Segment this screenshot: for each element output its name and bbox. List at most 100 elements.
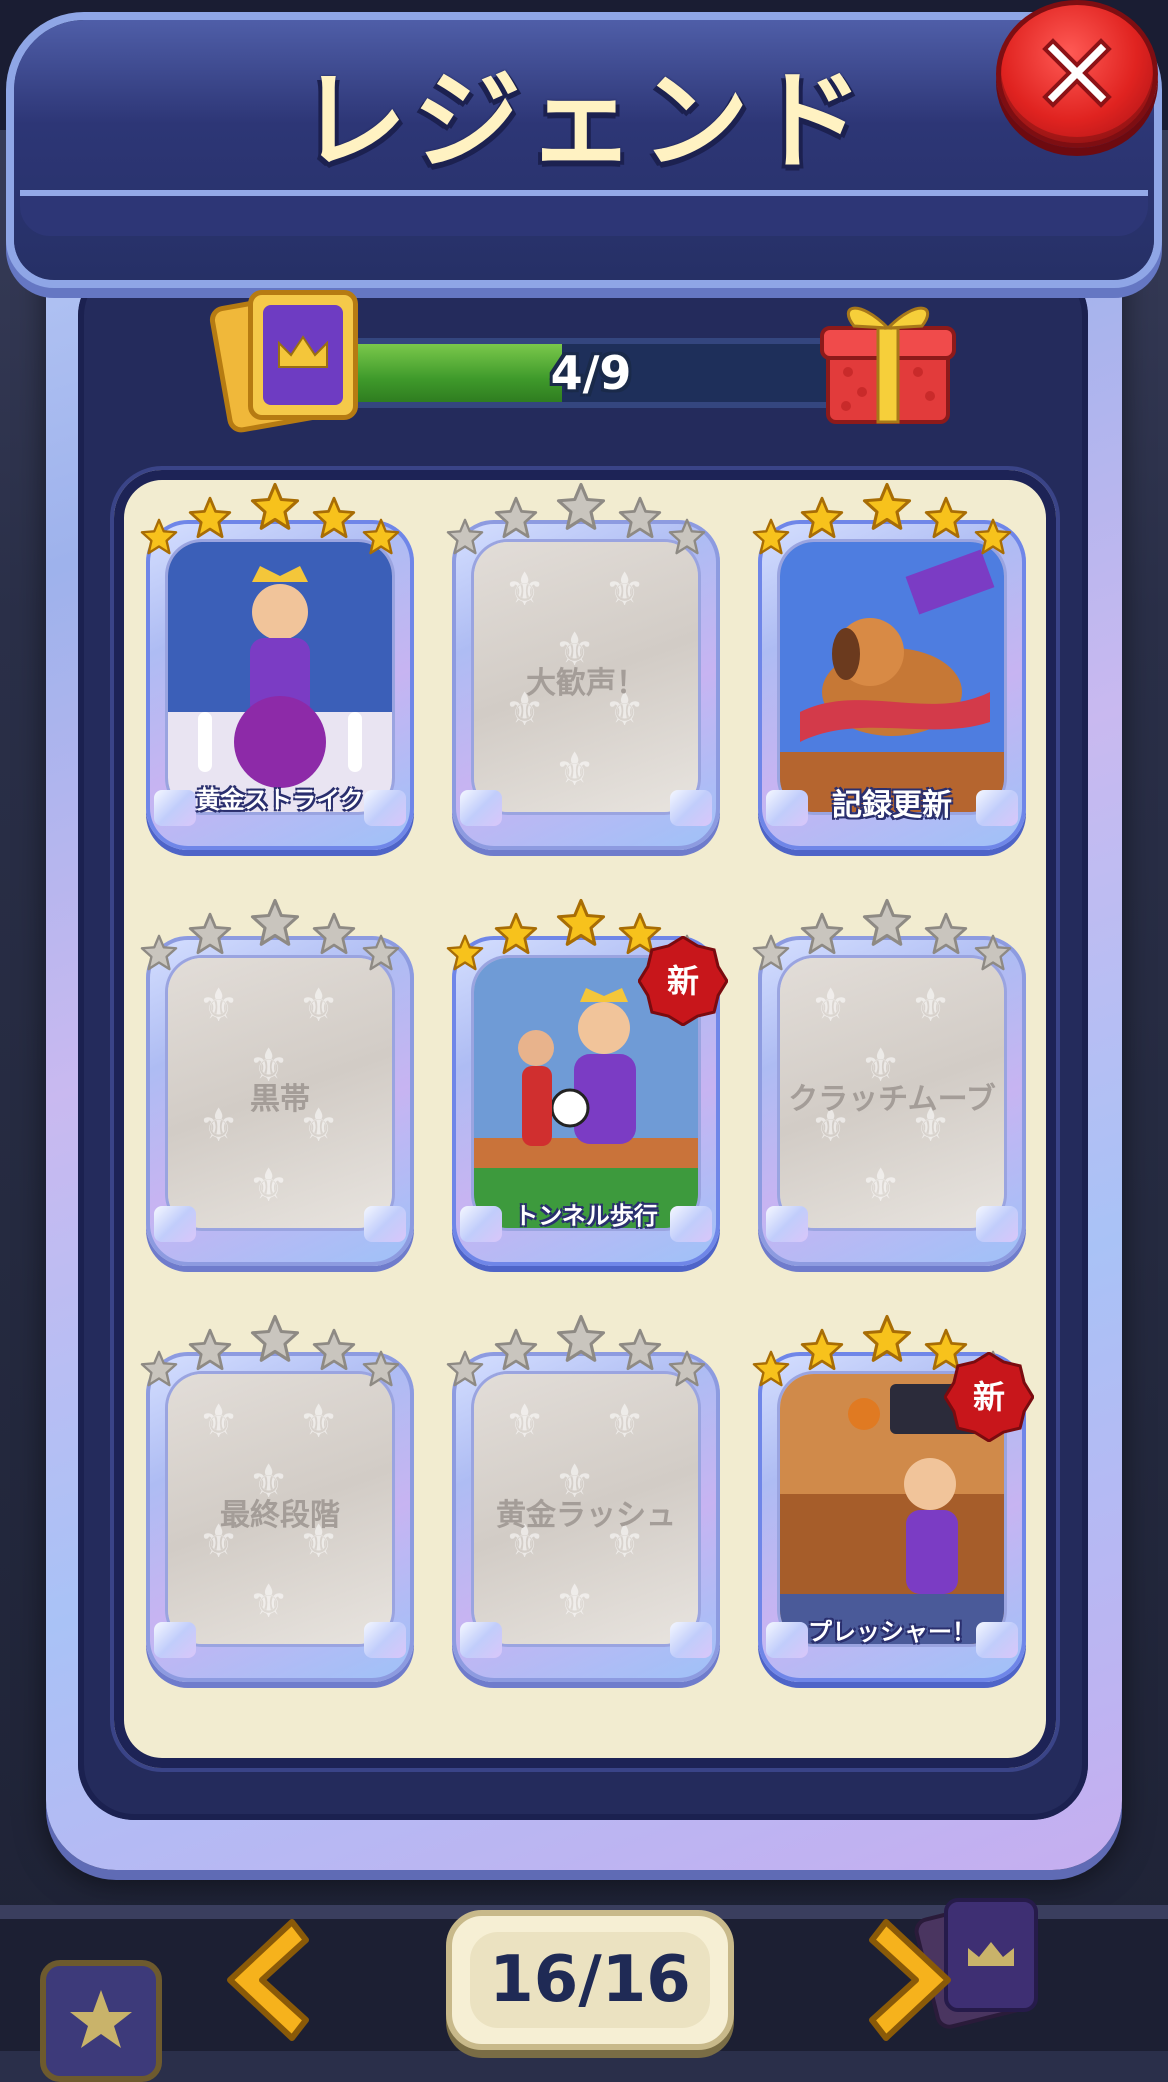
legend-card[interactable]: ⚜ ⚜ ⚜ ⚜ ⚜ ⚜ 黒帯: [140, 898, 414, 1266]
card-star-rating: [752, 482, 1026, 562]
card-star-rating: [140, 482, 414, 562]
legend-card[interactable]: ⚜ ⚜ ⚜ ⚜ ⚜ ⚜ 黄金ラッシュ: [446, 1314, 720, 1682]
fleur-de-lis-icon: ⚜: [198, 978, 240, 1032]
card-star-rating: [752, 898, 1026, 978]
fleur-de-lis-icon: ⚜: [298, 1394, 340, 1448]
fleur-de-lis-icon: ⚜: [248, 1574, 290, 1628]
star-icon: [974, 934, 1012, 971]
close-button[interactable]: [996, 0, 1158, 148]
star-icon: [250, 1314, 300, 1362]
new-badge-text: 新: [666, 962, 699, 1000]
legend-card[interactable]: ⚜ ⚜ ⚜ ⚜ ⚜ ⚜ 大歓声！: [446, 482, 720, 850]
card-scene-icon: [780, 542, 1004, 812]
star-icon: [618, 496, 662, 539]
card-title: 黒帯: [250, 1082, 310, 1117]
page-indicator-text: 16/16: [489, 1943, 691, 2017]
card-star-rating: [446, 1314, 720, 1394]
fleur-de-lis-icon: ⚜: [504, 1394, 546, 1448]
card-illustration: [168, 542, 392, 812]
fleur-de-lis-icon: ⚜: [910, 978, 952, 1032]
star-icon: [618, 1328, 662, 1371]
title-banner-lip: [20, 190, 1148, 236]
fleur-de-lis-icon: ⚜: [504, 562, 546, 616]
card-title: クラッチムーブ: [788, 1082, 996, 1117]
card-title: 記録更新: [832, 788, 952, 823]
star-icon: [862, 1314, 912, 1362]
star-icon: [862, 898, 912, 946]
card-gem-decoration: [364, 1622, 406, 1658]
star-icon: [556, 482, 606, 530]
star-icon: [668, 1350, 706, 1387]
card-title: プレッシャー！: [808, 1618, 976, 1646]
star-icon: [800, 1328, 844, 1371]
fleur-de-lis-icon: ⚜: [554, 1574, 596, 1628]
legend-card[interactable]: トンネル歩行 新: [446, 898, 729, 1266]
card-gem-decoration: [154, 1622, 196, 1658]
star-icon: [312, 496, 356, 539]
star-icon: [312, 912, 356, 955]
star-icon: [800, 912, 844, 955]
card-title: 最終段階: [220, 1498, 340, 1533]
star-icon: [752, 1350, 790, 1387]
legend-card[interactable]: ⚜ ⚜ ⚜ ⚜ ⚜ ⚜ 最終段階: [140, 1314, 414, 1682]
next-page-button[interactable]: [862, 1910, 972, 2050]
card-title: 黄金ストライク: [196, 786, 364, 814]
card-gem-decoration: [670, 790, 712, 826]
card-star-rating: [446, 482, 720, 562]
star-icon: [362, 1350, 400, 1387]
card-illustration: [780, 542, 1004, 812]
collection-progress-bar: 4/9: [320, 338, 862, 408]
star-tab-icon[interactable]: [40, 1960, 162, 2082]
card-title: トンネル歩行: [514, 1202, 658, 1230]
new-badge: 新: [943, 1351, 1035, 1443]
chevron-left-icon: [227, 1919, 309, 2041]
star-icon: [752, 934, 790, 971]
fleur-de-lis-icon: ⚜: [860, 1158, 902, 1212]
card-star-rating: [140, 1314, 414, 1394]
legend-card[interactable]: ⚜ ⚜ ⚜ ⚜ ⚜ ⚜ クラッチムーブ: [752, 898, 1026, 1266]
star-icon: [446, 518, 484, 555]
star-icon: [924, 912, 968, 955]
legend-card[interactable]: 黄金ストライク: [140, 482, 414, 850]
close-x-icon: [1042, 38, 1112, 108]
fleur-de-lis-icon: ⚜: [554, 742, 596, 796]
star-icon: [188, 496, 232, 539]
card-gem-decoration: [460, 1622, 502, 1658]
card-gem-decoration: [460, 790, 502, 826]
card-scene-icon: [168, 542, 392, 812]
star-icon: [974, 518, 1012, 555]
card-gem-decoration: [766, 1206, 808, 1242]
star-icon: [250, 482, 300, 530]
star-icon: [188, 912, 232, 955]
card-gem-decoration: [976, 1206, 1018, 1242]
star-icon: [140, 934, 178, 971]
gift-box-icon[interactable]: [818, 292, 958, 428]
star-icon: [140, 1350, 178, 1387]
page-indicator: 16/16: [446, 1910, 734, 2050]
star-icon: [556, 1314, 606, 1362]
star-icon: [494, 496, 538, 539]
card-gem-decoration: [364, 1206, 406, 1242]
star-icon: [446, 934, 484, 971]
new-badge: 新: [637, 935, 729, 1027]
previous-page-button[interactable]: [206, 1910, 316, 2050]
fleur-de-lis-icon: ⚜: [198, 1394, 240, 1448]
card-star-rating: [140, 898, 414, 978]
legend-card[interactable]: 記録更新: [752, 482, 1026, 850]
star-icon: [494, 1328, 538, 1371]
legend-card[interactable]: プレッシャー！ 新: [752, 1314, 1035, 1682]
card-gem-decoration: [154, 1206, 196, 1242]
star-icon: [862, 482, 912, 530]
star-icon: [494, 912, 538, 955]
star-icon: [188, 1328, 232, 1371]
fleur-de-lis-icon: ⚜: [298, 978, 340, 1032]
star-icon: [924, 496, 968, 539]
star-icon: [312, 1328, 356, 1371]
star-icon: [668, 518, 706, 555]
star-icon: [250, 898, 300, 946]
card-title: 黄金ラッシュ: [496, 1498, 676, 1533]
new-badge-text: 新: [972, 1378, 1005, 1416]
crown-card-icon: [207, 284, 358, 435]
fleur-de-lis-icon: ⚜: [810, 978, 852, 1032]
panel-title: レジェンド: [298, 59, 869, 184]
